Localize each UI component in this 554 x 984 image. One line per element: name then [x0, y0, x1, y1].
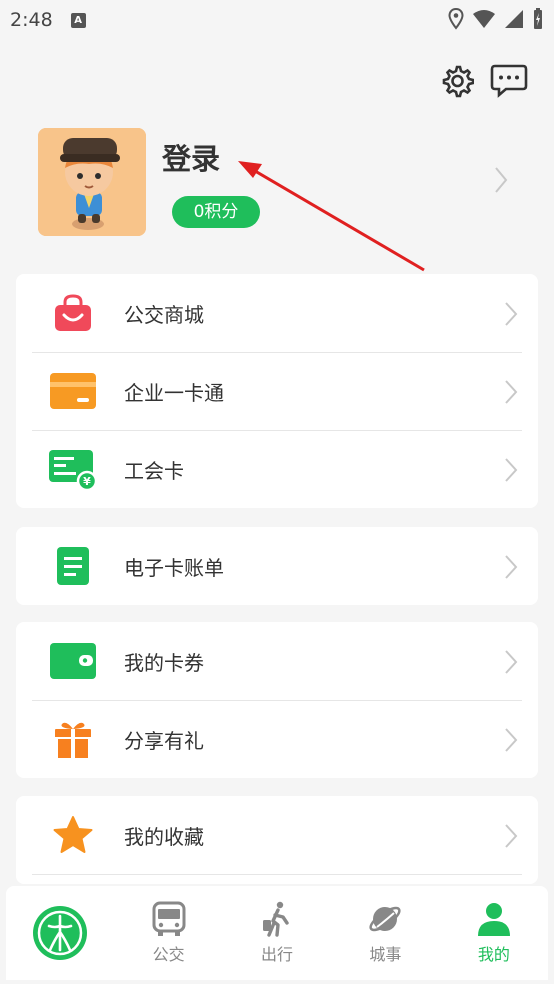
- tab-city[interactable]: 城事: [331, 886, 439, 980]
- tab-home-logo[interactable]: [6, 886, 114, 980]
- gear-icon: [442, 65, 474, 98]
- gift-icon: [48, 716, 98, 762]
- menu-card-bills: 电子卡账单: [16, 527, 538, 605]
- wallet-icon: [48, 638, 98, 684]
- signal-icon: [505, 10, 523, 28]
- divider: [32, 874, 522, 875]
- bus-icon: [152, 901, 186, 936]
- status-time: 2:48: [10, 9, 53, 31]
- messages-button[interactable]: [490, 62, 528, 100]
- chevron-right-icon: [495, 167, 508, 193]
- tab-label: 公交: [152, 945, 185, 964]
- status-icons: [448, 8, 544, 30]
- avatar[interactable]: [38, 128, 146, 236]
- tab-bus[interactable]: 公交: [114, 886, 222, 980]
- menu-item-label: 企业一卡通: [124, 380, 224, 405]
- shopping-bag-icon: [48, 290, 98, 336]
- star-icon: [48, 812, 98, 858]
- app-notification-icon: A: [70, 12, 86, 28]
- points-badge[interactable]: 0积分: [172, 196, 260, 228]
- header-actions: [438, 62, 528, 100]
- chevron-right-icon: [505, 555, 518, 579]
- battery-icon: [534, 8, 542, 29]
- menu-item-union-card[interactable]: ¥ 工会卡: [16, 430, 538, 508]
- login-link[interactable]: 登录: [162, 136, 220, 178]
- svg-text:¥: ¥: [83, 475, 91, 488]
- menu-item-e-card-bill[interactable]: 电子卡账单: [16, 527, 538, 605]
- menu-item-label: 分享有礼: [124, 728, 204, 753]
- chevron-right-icon: [505, 380, 518, 404]
- avatar-character-icon: [38, 128, 146, 236]
- menu-item-label: 公交商城: [124, 302, 204, 327]
- status-bar: 2:48 A: [0, 0, 554, 40]
- menu-item-label: 我的卡券: [124, 650, 204, 675]
- planet-icon: [369, 906, 402, 932]
- tab-mine[interactable]: 我的: [440, 886, 548, 980]
- menu-item-label: 电子卡账单: [124, 555, 224, 580]
- card-icon: [48, 368, 98, 414]
- menu-card-favorites: 我的收藏: [16, 796, 538, 884]
- menu-item-enterprise-card[interactable]: 企业一卡通: [16, 352, 538, 430]
- menu-item-label: 工会卡: [124, 458, 184, 483]
- menu-card-coupons: 我的卡券 分享有礼: [16, 622, 538, 778]
- tab-label: 出行: [261, 945, 294, 964]
- chevron-right-icon: [505, 728, 518, 752]
- union-card-icon: ¥: [48, 446, 98, 492]
- menu-card-services: 公交商城 企业一卡通 ¥ 工会卡: [16, 274, 538, 508]
- profile-header[interactable]: 登录 0积分: [38, 128, 528, 238]
- tab-label: 城事: [369, 945, 402, 964]
- tab-label: 我的: [477, 945, 510, 964]
- tab-travel[interactable]: 出行: [223, 886, 331, 980]
- chat-bubble-icon: [490, 64, 528, 98]
- chevron-right-icon: [505, 302, 518, 326]
- bill-icon: [48, 543, 98, 589]
- chevron-right-icon: [505, 458, 518, 482]
- menu-item-share-gift[interactable]: 分享有礼: [16, 700, 538, 778]
- app-logo-icon: [33, 906, 88, 960]
- settings-button[interactable]: [438, 62, 476, 100]
- wifi-icon: [473, 10, 495, 28]
- bottom-tab-bar: 公交 出行 城事 我的: [6, 886, 548, 980]
- menu-item-my-favorites[interactable]: 我的收藏: [16, 796, 538, 874]
- location-icon: [448, 8, 464, 30]
- chevron-right-icon: [505, 650, 518, 674]
- person-icon: [477, 903, 510, 936]
- walking-icon: [263, 901, 289, 937]
- menu-item-label: 我的收藏: [124, 824, 204, 849]
- chevron-right-icon: [505, 824, 518, 848]
- menu-item-bus-mall[interactable]: 公交商城: [16, 274, 538, 352]
- menu-item-my-coupons[interactable]: 我的卡券: [16, 622, 538, 700]
